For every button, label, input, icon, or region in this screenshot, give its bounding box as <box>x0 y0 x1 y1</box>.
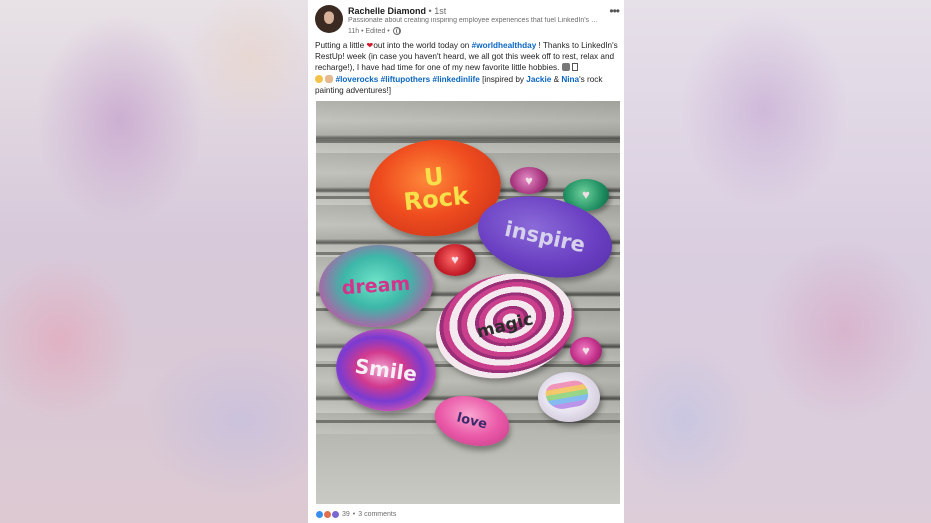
rock-label: inspire <box>502 216 588 258</box>
hashtag-liftupothers[interactable]: #liftupothers <box>381 75 431 84</box>
post-time: 11h • Edited • <box>348 27 390 35</box>
post-text-segment: [inspired by <box>479 74 527 84</box>
post-text-segment: & <box>551 74 562 84</box>
social-counts[interactable]: 39 • 3 comments <box>315 510 396 519</box>
hashtag-worldhealthday[interactable]: #worldhealthday <box>472 41 537 50</box>
rock-label: love <box>455 410 489 432</box>
smile-emoji-icon <box>315 74 323 83</box>
rock-label: dream <box>341 272 411 300</box>
rock-label: magic <box>474 309 536 343</box>
author-avatar[interactable] <box>315 5 343 33</box>
hashtag-linkedinlife[interactable]: #linkedinlife <box>433 75 480 84</box>
heart-icon: ♥ <box>582 343 590 358</box>
heart-icon: ♥ <box>451 252 459 267</box>
globe-icon <box>392 27 401 35</box>
comments-count[interactable]: 3 comments <box>358 511 396 518</box>
rock-rainbow <box>538 372 600 422</box>
blurred-background-right <box>624 0 931 523</box>
linkedin-post-card: Rachelle Diamond • 1st Passionate about … <box>308 0 624 523</box>
rock-dream: dream <box>316 241 436 331</box>
post-text-segment: out into the world today on <box>373 41 472 50</box>
rock-love: love <box>429 388 515 454</box>
hashtag-loverocks[interactable]: #loverocks <box>336 75 379 84</box>
heart-icon: ♥ <box>525 172 533 188</box>
rock-label: Smile <box>353 353 419 387</box>
author-line: Rachelle Diamond • 1st <box>348 6 446 16</box>
author-name[interactable]: Rachelle Diamond <box>348 6 426 16</box>
rock-small-red: ♥ <box>434 244 476 276</box>
heart-icon: ♥ <box>582 187 590 202</box>
mention-jackie[interactable]: Jackie <box>526 75 551 84</box>
connection-degree: • 1st <box>428 6 447 16</box>
insightful-icon <box>331 510 340 519</box>
rock-label: Rock <box>402 181 471 217</box>
rock-smile: Smile <box>330 322 442 418</box>
rock-small-pink: ♥ <box>570 337 602 365</box>
reaction-count[interactable]: 39 <box>342 511 350 518</box>
separator-dot: • <box>352 511 356 518</box>
post-photo-painted-rocks[interactable]: U Rock ♥ ♥ inspire ♥ dream magic ♥ Smile… <box>316 101 620 504</box>
blurred-background-left <box>0 0 308 523</box>
mention-nina[interactable]: Nina <box>561 75 579 84</box>
rock-small-purple: ♥ <box>510 167 548 194</box>
hands-emoji-icon <box>325 74 334 83</box>
more-options-icon[interactable]: ••• <box>609 4 620 18</box>
post-text-segment: Putting a little <box>315 41 367 50</box>
author-headline: Passionate about creating inspiring empl… <box>348 17 600 24</box>
post-meta: 11h • Edited • <box>348 27 401 35</box>
emoji-box-icon <box>571 63 578 72</box>
post-text: Putting a little ❤out into the world tod… <box>315 40 621 96</box>
person-emoji-icon <box>561 63 570 72</box>
